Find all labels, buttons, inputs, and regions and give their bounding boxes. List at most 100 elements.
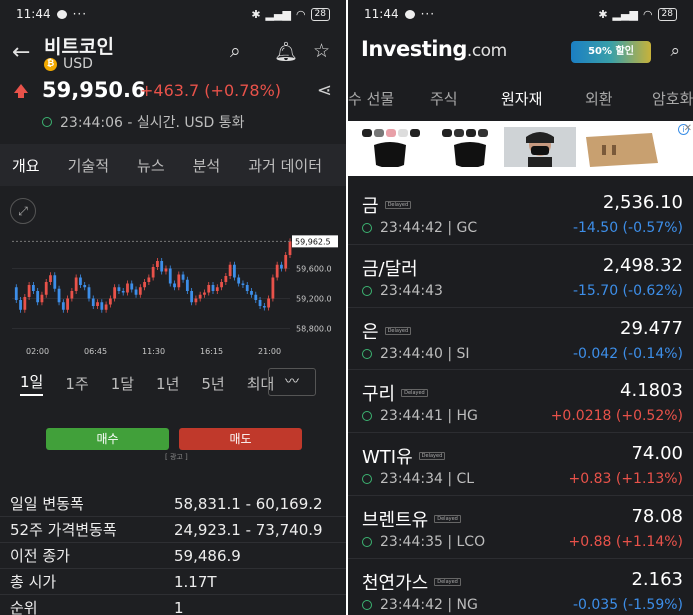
tab-analysis[interactable]: 분석 [193,155,221,176]
expand-icon[interactable]: ⤢ [10,198,36,224]
right-screen: 11:44 ··· ✱ ▂▄▆ ◠ 28 Investing.com 50% 할… [348,0,693,615]
stat-value: 59,486.9 [174,546,241,565]
stat-row: 일일 변동폭 58,831.1 - 60,169.2 [0,491,346,517]
commodity-price: 74.00 [631,443,683,465]
candle-body [66,298,69,310]
candle-body [87,287,91,299]
mask-product-image [442,129,488,167]
investing-logo[interactable]: Investing.com [361,37,507,61]
commodity-price: 78.08 [631,505,683,527]
tab-news[interactable]: 뉴스 [137,155,165,176]
tab-forex[interactable]: 외환 [585,88,613,109]
battery-icon: 28 [310,7,330,21]
candle-body [267,298,271,308]
commodity-time: 23:44:42 | NG [380,596,478,613]
bluetooth-icon: ✱ [598,7,608,21]
period-5y[interactable]: 5년 [201,373,224,394]
candle-body [275,264,279,278]
candle-body [130,283,134,290]
period-1d[interactable]: 1일 [20,371,44,396]
candle-body [23,297,27,310]
candle-body [254,294,258,300]
stat-key: 일일 변동폭 [10,495,84,513]
sell-button[interactable]: 매도 [179,428,302,450]
model-photo [504,127,576,167]
delayed-badge: Delayed [401,389,428,398]
line-chart-icon[interactable]: 〰 [268,368,316,396]
commodity-name: 천연가스 [362,572,429,594]
commodity-time: 23:44:40 | SI [380,345,470,362]
candle-body [27,285,31,297]
period-1w[interactable]: 1주 [65,373,88,394]
candle-body [134,289,138,295]
stat-key: 총 시가 [10,573,57,591]
commodity-row[interactable]: 브렌트유 Delayed 78.08 23:44:35 | LCO +0.88 (+1.… [348,496,693,559]
price-row: 59,950.6 +463.7 (+0.78%) ⋖ [0,76,346,108]
buy-button[interactable]: 매수 [46,428,169,450]
candle-body [190,291,194,303]
search-icon[interactable]: ⌕ [670,41,680,61]
commodity-change: -0.042 (-0.14%) [572,345,683,362]
quote-time: 23:44:06 - 실시간. USD 통화 [60,115,245,131]
commodity-name: 은 [362,321,379,343]
tab-commodities[interactable]: 원자재 [501,88,542,109]
alert-bell-icon[interactable]: 🔔︎ [274,40,298,63]
left-screen: 11:44 ··· ✱ ▂▄▆ ◠ 28 ← 비트코인 ₿ USD ⌕ 🔔︎ ☆… [0,0,346,615]
candle-body [31,285,35,291]
tab-technical[interactable]: 기술적 [68,155,109,176]
x-tick-label: 21:00 [258,347,281,356]
ad-close-icon[interactable]: ✕ [684,123,692,134]
candle-body [143,282,146,288]
commodity-time-row: 23:44:41 | HG [362,408,478,424]
mat-product-image [586,133,658,167]
commodity-row[interactable]: 은 Delayed 29.477 23:44:40 | SI -0.042 (-0.14… [348,308,693,371]
candle-body [211,285,215,291]
star-icon[interactable]: ☆ [313,40,330,62]
period-1m[interactable]: 1달 [111,373,134,394]
last-price-label: 59,962.5 [295,237,331,246]
x-tick-label: 06:45 [84,347,107,356]
clock-icon [42,117,52,127]
candle-body [233,264,236,278]
candle-body [121,291,125,293]
candle-body [79,277,82,285]
share-icon[interactable]: ⋖ [317,80,332,101]
commodity-name-wrap: 금/달러 [362,255,418,281]
candle-body [104,304,108,310]
back-arrow-icon[interactable]: ← [12,40,30,65]
commodity-name: WTI유 [362,447,413,469]
commodity-name: 구리 [362,384,396,406]
stat-row: 이전 종가 59,486.9 [0,543,346,569]
last-price: 59,950.6 [42,78,146,102]
commodity-row[interactable]: 금/달러 2,498.32 23:44:43 -15.70 (-0.62%) [348,245,693,308]
candle-body [237,277,241,284]
stat-key: 순위 [10,599,38,615]
promo-button[interactable]: 50% 할인 [571,41,651,63]
stat-value: 1.17T [174,572,217,591]
period-1y[interactable]: 1년 [156,373,179,394]
tab-futures[interactable]: 수 선물 [348,88,394,109]
commodity-name-wrap: 구리 Delayed [362,380,428,406]
commodity-name: 금/달러 [362,258,418,280]
delayed-badge: Delayed [434,577,461,586]
commodity-row[interactable]: WTI유 Delayed 74.00 23:44:34 | CL +0.83 (+1.1… [348,433,693,496]
price-chart[interactable]: ⤢ 59,600.0 59,200.0 58,800.0 59,962.5 02:00 0… [0,186,346,362]
commodity-row[interactable]: 금 Delayed 2,536.10 23:44:42 | GC -14.50 (-0.… [348,182,693,245]
commodity-change: +0.83 (+1.13%) [568,471,683,488]
status-right: ✱ ▂▄▆ ◠ 28 [251,7,330,21]
bitcoin-icon: ₿ [44,57,57,71]
commodity-list: 금 Delayed 2,536.10 23:44:42 | GC -14.50 (-0.… [348,182,693,615]
commodity-row[interactable]: 천연가스 Delayed 2.163 23:44:42 | NG -0.035 (-1.… [348,559,693,615]
tab-overview[interactable]: 개요 [12,155,40,176]
tab-crypto[interactable]: 암호화 [652,88,693,109]
stat-value: 58,831.1 - 60,169.2 [174,494,323,513]
tab-stocks[interactable]: 주식 [430,88,458,109]
y-tick-label: 59,200.0 [296,295,332,304]
clock-icon [362,285,372,296]
candle-body [61,302,65,310]
search-icon[interactable]: ⌕ [230,40,241,62]
commodity-row[interactable]: 구리 Delayed 4.1803 23:44:41 | HG +0.0218 (+0.… [348,370,693,434]
tab-history[interactable]: 과거 데이터 [248,155,322,176]
commodity-change: -0.035 (-1.59%) [572,596,683,613]
ad-banner[interactable]: i ✕ [348,121,693,176]
